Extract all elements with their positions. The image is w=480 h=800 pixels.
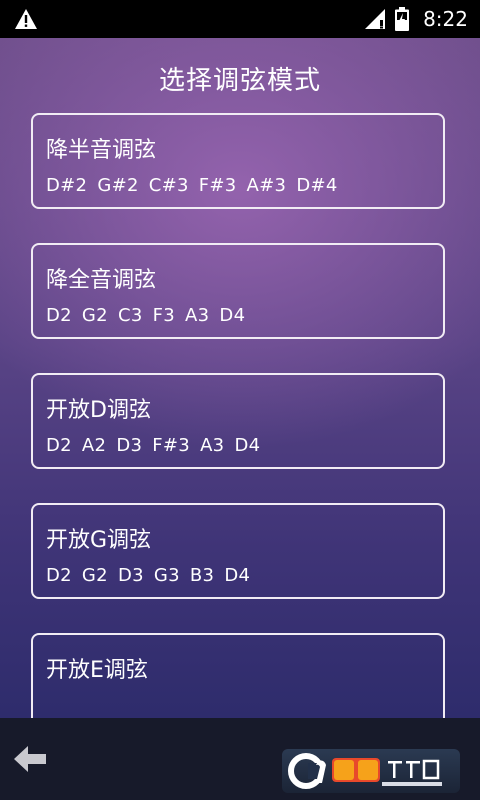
tuning-card-open-e[interactable]: 开放E调弦 bbox=[31, 633, 445, 718]
watermark-logo bbox=[282, 749, 460, 793]
status-bar: 8:22 bbox=[0, 0, 480, 38]
tuning-notes: D2 G2 C3 F3 A3 D4 bbox=[46, 305, 246, 326]
page-title: 选择调弦模式 bbox=[158, 66, 321, 96]
tuning-card-open-g[interactable]: 开放G调弦 D2 G2 D3 G3 B3 D4 bbox=[31, 503, 445, 599]
status-right: 8:22 bbox=[365, 0, 468, 38]
tuning-name: 开放G调弦 bbox=[46, 528, 152, 553]
battery-icon bbox=[395, 7, 410, 31]
signal-icon bbox=[365, 9, 386, 29]
tuning-notes: D#2 G#2 C#3 F#3 A#3 D#4 bbox=[46, 175, 338, 196]
arrow-left-icon[interactable] bbox=[14, 746, 46, 772]
watermark-logo-icon bbox=[288, 753, 442, 789]
tuning-name: 开放E调弦 bbox=[46, 658, 148, 683]
bottom-bar bbox=[0, 718, 480, 800]
tuning-notes: D2 A2 D3 F#3 A3 D4 bbox=[46, 435, 261, 456]
tuning-name: 开放D调弦 bbox=[46, 398, 151, 423]
tuning-list-screen: 选择调弦模式 降半音调弦 D#2 G#2 C#3 F#3 A#3 D#4 降全音… bbox=[0, 38, 480, 718]
warning-icon bbox=[15, 9, 37, 29]
tuning-card-half-step-down[interactable]: 降半音调弦 D#2 G#2 C#3 F#3 A#3 D#4 bbox=[31, 113, 445, 209]
screen: 8:22 选择调弦模式 降半音调弦 D#2 G#2 C#3 F#3 A#3 D#… bbox=[0, 0, 480, 800]
tuning-name: 降全音调弦 bbox=[46, 268, 157, 293]
tuning-notes: D2 G2 D3 G3 B3 D4 bbox=[46, 565, 251, 586]
status-time: 8:22 bbox=[423, 7, 468, 31]
tuning-name: 降半音调弦 bbox=[46, 138, 157, 163]
tuning-card-whole-step-down[interactable]: 降全音调弦 D2 G2 C3 F3 A3 D4 bbox=[31, 243, 445, 339]
tuning-card-open-d[interactable]: 开放D调弦 D2 A2 D3 F#3 A3 D4 bbox=[31, 373, 445, 469]
